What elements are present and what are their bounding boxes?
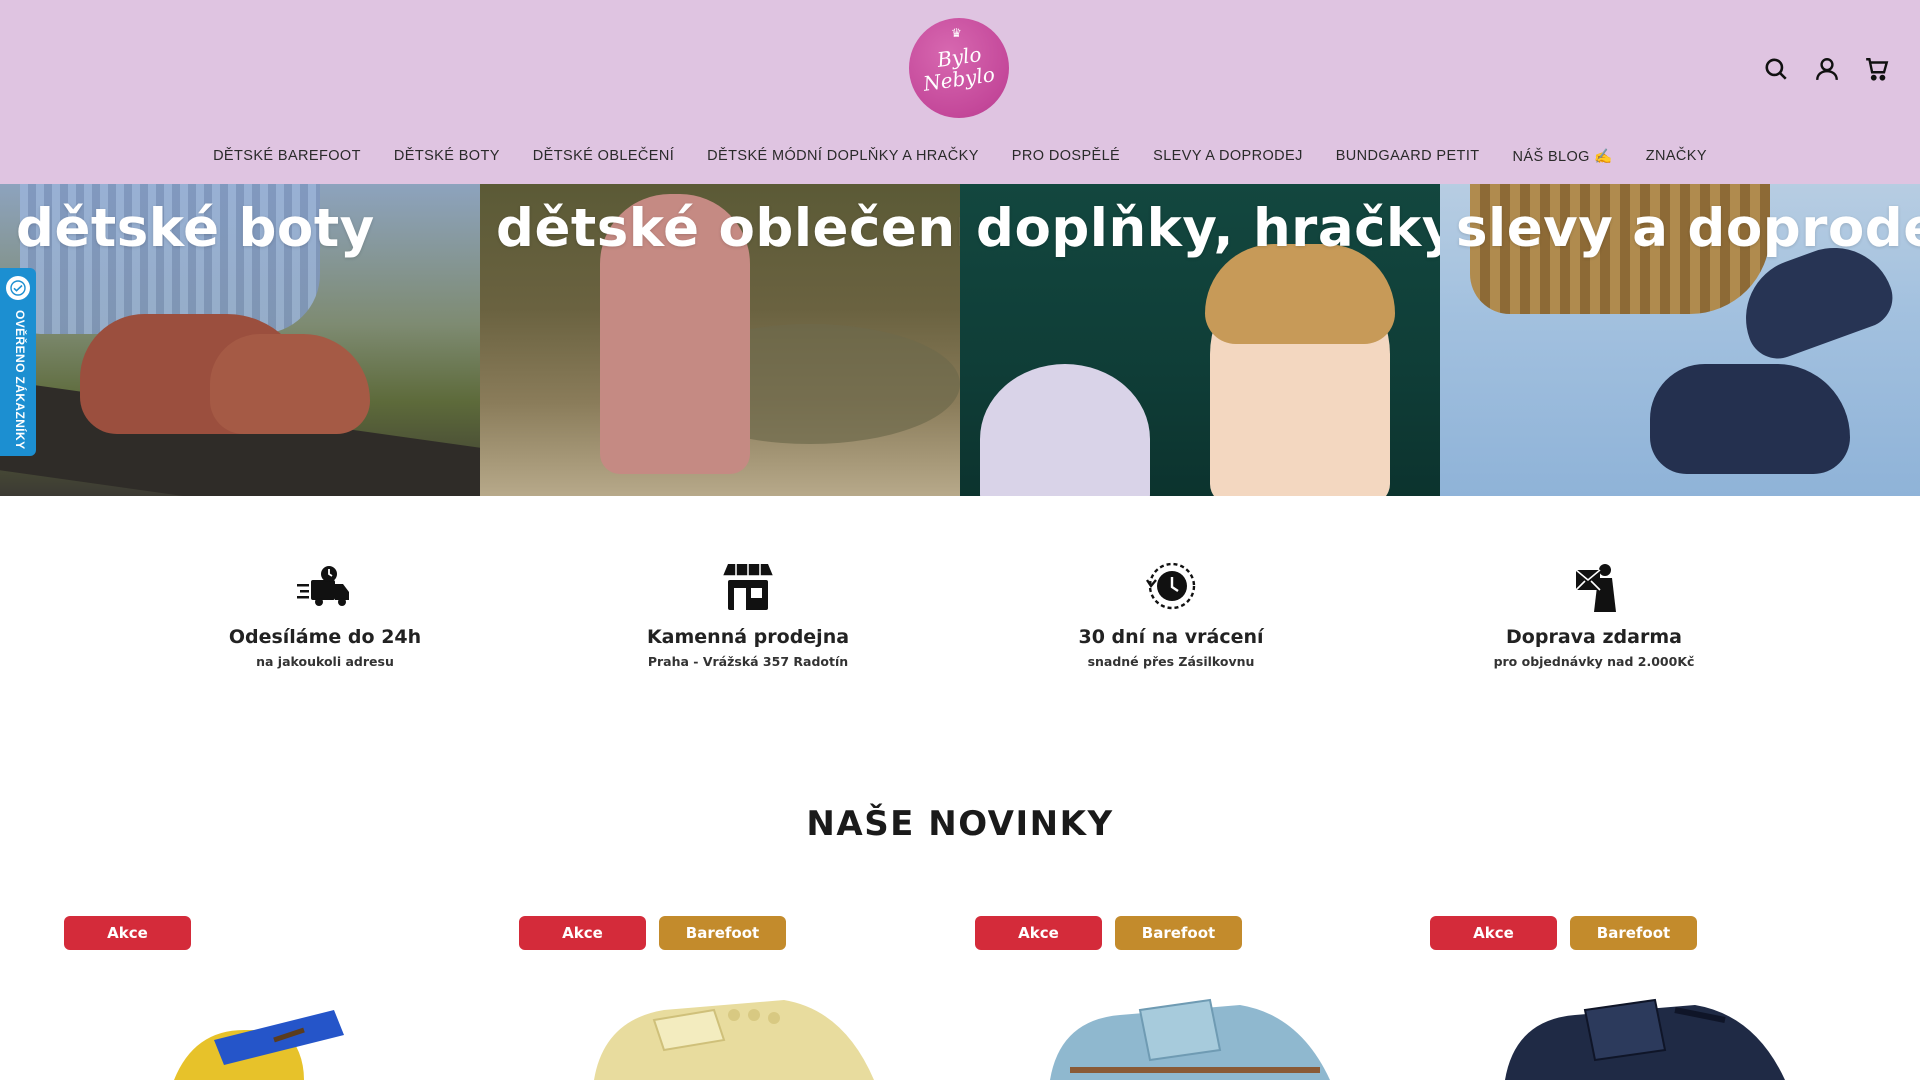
brand-logo[interactable]: ♛ Bylo Nebylo	[909, 18, 1009, 118]
section-title-novinky: NAŠE NOVINKY	[806, 804, 1114, 844]
shoe-image-2	[210, 334, 370, 434]
store-icon	[718, 558, 778, 614]
nav-item-znacky[interactable]: ZNAČKY	[1629, 148, 1723, 165]
barefoot-badge: Barefoot	[1570, 916, 1697, 950]
feature-title: Doprava zdarma	[1506, 626, 1682, 648]
feature-item: Kamenná prodejna Praha - Vrážská 357 Rad…	[598, 558, 898, 669]
product-list: Akce Akce Barefoot Akce Barefoot Akce Ba…	[0, 916, 1920, 1080]
feature-subtitle: na jakoukoli adresu	[256, 654, 394, 669]
mouse-backpack-image	[980, 364, 1150, 496]
verified-customers-tab[interactable]: OVĚŘENO ZÁKAZNÍKY	[0, 268, 36, 456]
free-shipping-icon	[1564, 558, 1624, 614]
nav-item-bundgaard-petit[interactable]: BUNDGAARD PETIT	[1319, 148, 1496, 165]
feature-item: Doprava zdarma pro objednávky nad 2.000K…	[1444, 558, 1744, 669]
nav-item-doplnky-hracky[interactable]: DĚTSKÉ MÓDNÍ DOPLŇKY A HRAČKY	[691, 148, 996, 165]
cart-icon[interactable]	[1864, 56, 1890, 82]
search-icon[interactable]	[1763, 56, 1789, 82]
nav-item-detske-obleceni[interactable]: DĚTSKÉ OBLEČENÍ	[516, 148, 690, 165]
nav-item-detske-barefoot[interactable]: DĚTSKÉ BAREFOOT	[197, 148, 378, 165]
nav-item-slevy-doprodej[interactable]: SLEVY A DOPRODEJ	[1137, 148, 1320, 165]
feature-item: Odesíláme do 24h na jakoukoli adresu	[175, 558, 475, 669]
product-card[interactable]: Akce Barefoot	[519, 916, 939, 1080]
verified-customers-label: OVĚŘENO ZÁKAZNÍKY	[13, 310, 27, 450]
sale-badge: Akce	[64, 916, 191, 950]
feature-title: 30 dní na vrácení	[1078, 626, 1264, 648]
product-image-sandal-cream	[594, 1000, 874, 1080]
sandal-image	[1650, 364, 1850, 474]
product-card[interactable]: Akce Barefoot	[975, 916, 1395, 1080]
product-card[interactable]: Akce	[64, 916, 484, 1080]
nav-item-pro-dospele[interactable]: PRO DOSPĚLÉ	[995, 148, 1136, 165]
features-strip: Odesíláme do 24h na jakoukoli adresu Kam…	[0, 558, 1920, 688]
child-hair-image	[1205, 244, 1395, 344]
hero-tile-label: dětské oblečení	[496, 198, 960, 259]
hero-tile-slevy-doprodej[interactable]: slevy a doprodej	[1440, 184, 1920, 496]
feature-title: Kamenná prodejna	[646, 626, 850, 648]
hero-tile-detske-boty[interactable]: dětské boty	[0, 184, 480, 496]
sale-badge: Akce	[519, 916, 646, 950]
sale-badge: Akce	[1430, 916, 1557, 950]
product-image-sandal-light-blue	[1050, 998, 1330, 1080]
nav-item-detske-boty[interactable]: DĚTSKÉ BOTY	[377, 148, 516, 165]
hero-tile-label: doplňky, hračky	[976, 198, 1440, 259]
logo-text-line2: Nebylo	[921, 62, 997, 96]
account-icon[interactable]	[1814, 56, 1840, 82]
feature-subtitle: Praha - Vrážská 357 Radotín	[647, 654, 849, 669]
hero-categories: dětské boty dětské oblečení doplňky, hra…	[0, 184, 1920, 496]
product-image-sandal-navy	[1505, 998, 1785, 1080]
hero-tile-detske-obleceni[interactable]: dětské oblečení	[480, 184, 960, 496]
verified-badge-icon	[6, 276, 30, 300]
sale-badge: Akce	[975, 916, 1102, 950]
hero-tile-label: slevy a doprodej	[1456, 198, 1920, 259]
crown-icon: ♛	[951, 26, 962, 40]
feature-subtitle: pro objednávky nad 2.000Kč	[1493, 654, 1695, 669]
feature-subtitle: snadné přes Zásilkovnu	[1087, 654, 1255, 669]
product-image-sandal-yellow-blue	[174, 1010, 344, 1080]
nav-item-blog[interactable]: NÁŠ BLOG ✍️	[1496, 148, 1629, 165]
product-card[interactable]: Akce Barefoot	[1430, 916, 1850, 1080]
main-nav: DĚTSKÉ BAREFOOT DĚTSKÉ BOTY DĚTSKÉ OBLEČ…	[0, 148, 1920, 165]
site-header: ♛ Bylo Nebylo DĚTSKÉ BAREFOOT DĚTSKÉ BOT…	[0, 0, 1920, 184]
feature-item: 30 dní na vrácení snadné přes Zásilkovnu	[1021, 558, 1321, 669]
return-clock-icon	[1141, 558, 1201, 614]
hero-tile-label: dětské boty	[16, 198, 375, 259]
delivery-truck-icon	[295, 558, 355, 614]
barefoot-badge: Barefoot	[1115, 916, 1242, 950]
hero-tile-doplnky-hracky[interactable]: doplňky, hračky	[960, 184, 1440, 496]
barefoot-badge: Barefoot	[659, 916, 786, 950]
feature-title: Odesíláme do 24h	[228, 626, 422, 648]
